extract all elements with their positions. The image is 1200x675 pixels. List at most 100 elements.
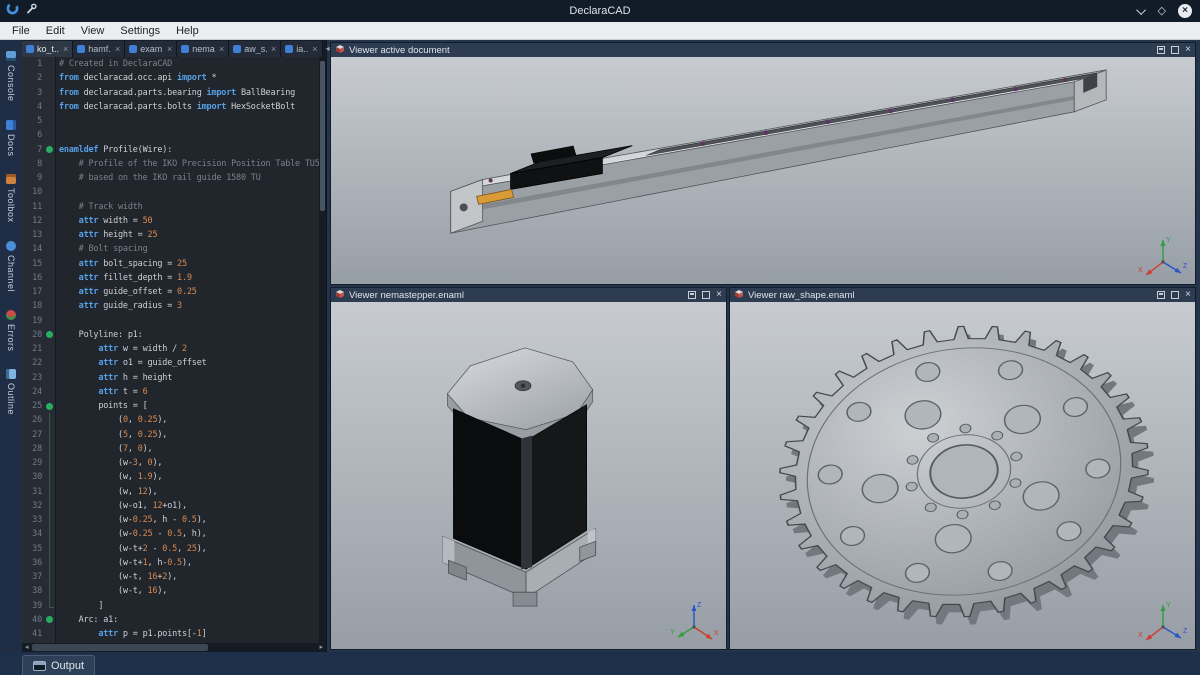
menu-item-settings[interactable]: Settings [112, 22, 168, 40]
line-number: 28 [22, 444, 44, 454]
scrollbar-thumb[interactable] [320, 61, 325, 211]
tab-close-icon[interactable]: × [270, 44, 276, 54]
dock-maximize-button[interactable] [1171, 46, 1179, 54]
fold-slot [44, 171, 55, 185]
fold-slot [44, 413, 55, 427]
tab-close-icon[interactable]: × [218, 44, 224, 54]
editor-horizontal-scrollbar[interactable]: ◂ ▸ [22, 643, 326, 652]
fold-marker-icon[interactable] [44, 399, 55, 413]
tab-close-icon[interactable]: × [114, 44, 120, 54]
code-area[interactable]: # Created in DeclaraCADfrom declaracad.o… [56, 57, 326, 643]
channel-icon [6, 241, 16, 251]
tab-close-icon[interactable]: × [311, 44, 317, 54]
editor-tab-4[interactable]: aw_s..× [229, 41, 281, 57]
dock-close-button[interactable]: × [1185, 45, 1191, 55]
line-number: 41 [22, 629, 44, 639]
scrollbar-thumb[interactable] [32, 644, 209, 651]
file-icon [285, 45, 293, 53]
dock-close-button[interactable]: × [716, 290, 722, 300]
code-line [59, 128, 326, 142]
line-number: 21 [22, 344, 44, 354]
axis-label-z: Z [697, 602, 702, 609]
axis-label-x: X [714, 630, 719, 637]
maximize-button[interactable]: ◇ [1158, 0, 1166, 22]
fold-marker-icon[interactable] [44, 613, 55, 627]
dock-titlebar[interactable]: Viewer raw_shape.enaml × [730, 288, 1195, 302]
errors-icon [6, 310, 16, 320]
fold-slot [44, 86, 55, 100]
editor-tab-2[interactable]: exam..× [125, 41, 177, 57]
file-icon [77, 45, 85, 53]
fold-slot [44, 185, 55, 199]
line-number: 5 [22, 116, 44, 126]
fold-marker-icon[interactable] [44, 328, 55, 342]
dock-close-button[interactable]: × [1185, 290, 1191, 300]
fold-slot [44, 470, 55, 484]
viewer-3d-canvas[interactable]: YXZ [730, 302, 1195, 649]
output-button-label: Output [51, 660, 84, 672]
fold-slot [44, 599, 55, 613]
code-line: from declaracad.parts.bolts import HexSo… [59, 100, 326, 114]
editor-tab-0[interactable]: ko_t..× [22, 41, 73, 57]
line-number: 15 [22, 259, 44, 269]
line-number: 27 [22, 430, 44, 440]
fold-marker-icon[interactable] [44, 143, 55, 157]
scroll-right-icon[interactable]: ▸ [316, 643, 326, 652]
editor-tab-3[interactable]: nema..× [177, 41, 229, 57]
dock-maximize-button[interactable] [702, 291, 710, 299]
code-line: attr o1 = guide_offset [59, 356, 326, 370]
sidebar-item-toolbox[interactable]: Toolbox [1, 171, 21, 226]
fold-slot [44, 100, 55, 114]
scroll-left-icon[interactable]: ◂ [22, 643, 32, 652]
editor-tab-1[interactable]: hamf..× [73, 41, 125, 57]
tab-close-icon[interactable]: × [166, 44, 172, 54]
line-number: 3 [22, 88, 44, 98]
code-line: (w-t, 16+2), [59, 570, 326, 584]
sidebar-item-label: Errors [6, 324, 16, 352]
dock-maximize-button[interactable] [1171, 291, 1179, 299]
menu-item-view[interactable]: View [73, 22, 113, 40]
close-button[interactable]: × [1178, 4, 1192, 18]
fold-slot [44, 299, 55, 313]
fold-slot [44, 114, 55, 128]
viewer-3d-canvas[interactable]: ZYX [331, 302, 726, 649]
menu-item-file[interactable]: File [4, 22, 38, 40]
fold-slot [44, 542, 55, 556]
sidebar-item-channel[interactable]: Channel [1, 238, 21, 295]
sidebar-item-docs[interactable]: Docs [1, 117, 21, 160]
sidebar-item-console[interactable]: Console [1, 48, 21, 105]
line-number-gutter: 1234567891011121314151617181920212223242… [22, 57, 56, 643]
code-line: # based on the IKO rail guide 1580 TU [59, 171, 326, 185]
dock-float-button[interactable] [1157, 46, 1165, 54]
code-line: (w-o1, 12+o1), [59, 499, 326, 513]
code-line: points = [ [59, 399, 326, 413]
line-number: 19 [22, 316, 44, 326]
dock-float-button[interactable] [688, 291, 696, 299]
dock-titlebar[interactable]: Viewer nemastepper.enaml × [331, 288, 726, 302]
editor-tab-5[interactable]: ia..× [281, 41, 322, 57]
docs-icon [6, 120, 16, 130]
line-number: 6 [22, 130, 44, 140]
axis-label-y: Y [1166, 602, 1171, 609]
code-line: (5, 0.25), [59, 428, 326, 442]
titlebar[interactable]: DeclaraCAD ◇ × [0, 0, 1200, 22]
output-button[interactable]: Output [22, 655, 95, 675]
fold-slot [44, 371, 55, 385]
editor-vertical-scrollbar[interactable] [319, 57, 326, 643]
fold-slot [44, 485, 55, 499]
line-number: 8 [22, 159, 44, 169]
tab-close-icon[interactable]: × [62, 44, 68, 54]
sidebar-item-outline[interactable]: Outline [1, 366, 21, 418]
sidebar-item-errors[interactable]: Errors [1, 307, 21, 355]
line-number: 9 [22, 173, 44, 183]
dock-titlebar[interactable]: Viewer active document × [331, 43, 1195, 57]
menu-item-edit[interactable]: Edit [38, 22, 73, 40]
menu-item-help[interactable]: Help [168, 22, 207, 40]
dock-float-button[interactable] [1157, 291, 1165, 299]
fold-slot [44, 228, 55, 242]
line-number: 22 [22, 358, 44, 368]
line-number: 33 [22, 515, 44, 525]
code-editor[interactable]: 1234567891011121314151617181920212223242… [22, 57, 326, 643]
axis-label-z: Z [1183, 628, 1188, 635]
viewer-3d-canvas[interactable]: YXZ [331, 57, 1195, 284]
